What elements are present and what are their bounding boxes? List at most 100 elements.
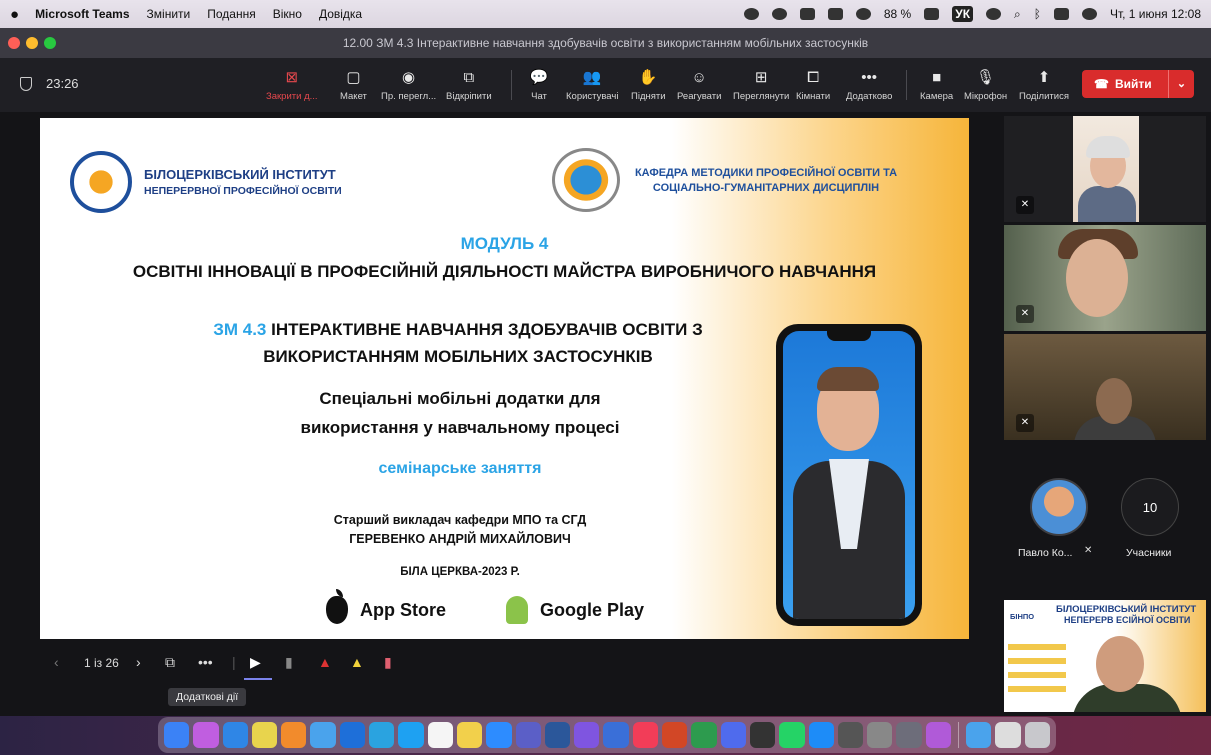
- prev-slide-button[interactable]: ‹: [54, 654, 59, 670]
- laser-pen-icon[interactable]: ▮: [285, 654, 293, 671]
- rooms-button[interactable]: ⧠ Кімнати: [796, 66, 830, 103]
- launchpad-icon[interactable]: [193, 722, 219, 748]
- photos-icon[interactable]: [281, 722, 307, 748]
- telegram-icon[interactable]: [369, 722, 395, 748]
- app-store-icon[interactable]: [808, 722, 834, 748]
- input-source-badge[interactable]: УК: [952, 6, 974, 22]
- apple-menu-icon[interactable]: ●: [10, 6, 19, 23]
- lesson-subtitle: Спеціальні мобільні додатки для використ…: [225, 384, 695, 442]
- presenter-view-button[interactable]: ◉ Пр. перегл...: [381, 66, 436, 102]
- participants-count-button[interactable]: 10: [1121, 478, 1179, 536]
- module-heading: МОДУЛЬ 4: [460, 234, 549, 253]
- link-icon[interactable]: [986, 8, 1002, 20]
- vpn-icon[interactable]: [771, 8, 787, 20]
- messenger-icon[interactable]: [398, 722, 424, 748]
- participant-video-2[interactable]: ✕: [1004, 225, 1206, 331]
- topic-title-line2: ВИКОРИСТАННЯМ МОБІЛЬНИХ ЗАСТОСУНКІВ: [263, 347, 653, 366]
- pen-icon[interactable]: ▲: [318, 654, 332, 670]
- browser-icon[interactable]: [749, 722, 776, 748]
- leave-button[interactable]: ☎ Вийти ⌄: [1082, 70, 1194, 98]
- next-slide-button[interactable]: ›: [136, 654, 141, 670]
- menubar-clock[interactable]: Чт, 1 июня 12:08: [1110, 7, 1201, 21]
- react-button[interactable]: ☺ Реагувати: [677, 66, 722, 103]
- minimize-window-button[interactable]: [26, 37, 38, 49]
- layout-button[interactable]: ▢ Макет: [340, 66, 367, 102]
- more-button[interactable]: ••• Додатково: [846, 66, 892, 103]
- calendar-icon[interactable]: [427, 722, 453, 748]
- close-window-button[interactable]: [8, 37, 20, 49]
- raise-hand-button[interactable]: ✋ Підняти: [631, 66, 666, 102]
- system-settings-icon[interactable]: [867, 722, 893, 748]
- people-button[interactable]: 👥 Користувачі: [566, 66, 618, 102]
- chrome-icon[interactable]: [251, 722, 278, 748]
- mic-off-icon: ✕: [1016, 305, 1034, 323]
- toolbar-divider: [511, 70, 512, 100]
- menu-view[interactable]: Подання: [207, 7, 255, 21]
- zoom-icon-dock[interactable]: [486, 722, 512, 748]
- battery-percent[interactable]: 88 %: [884, 7, 911, 21]
- camera-button[interactable]: ■ Камера: [920, 66, 953, 103]
- network-icon[interactable]: [827, 8, 843, 20]
- editor-icon[interactable]: [720, 722, 746, 748]
- eraser-icon[interactable]: ▮: [384, 654, 392, 671]
- safari-icon[interactable]: [222, 722, 248, 748]
- sync-icon[interactable]: [855, 8, 871, 20]
- menu-window[interactable]: Вікно: [273, 7, 302, 21]
- word-icon[interactable]: [544, 722, 571, 748]
- slides-overview-icon[interactable]: ⧉: [165, 654, 175, 671]
- menu-edit[interactable]: Змінити: [147, 7, 191, 21]
- powerpoint-icon[interactable]: [662, 722, 688, 748]
- share-button[interactable]: ⬆ Поділитися: [1019, 66, 1069, 102]
- skype-icon[interactable]: [743, 8, 759, 20]
- zoom-app-icon[interactable]: [339, 722, 366, 748]
- mic-button[interactable]: 🎙 Мікрофон: [964, 66, 1007, 102]
- rooms-icon: ⧠: [807, 68, 820, 86]
- shield-icon[interactable]: [20, 76, 32, 91]
- music-icon[interactable]: [632, 722, 659, 748]
- participant-video-1[interactable]: ✕: [1004, 116, 1206, 222]
- self-video[interactable]: БІНПО БІЛОЦЕРКІВСЬКИЙ ІНСТИТУТ НЕПЕРЕРВ …: [1004, 600, 1206, 712]
- self-video-banner-line2: НЕПЕРЕРВ ЕСІЙНОЇ ОСВІТИ: [1064, 615, 1191, 625]
- preview-icon[interactable]: [896, 722, 922, 748]
- siri-icon[interactable]: [1081, 8, 1097, 20]
- smile-icon: ☺: [691, 68, 707, 86]
- institute-name-line1: БІЛОЦЕРКІВСЬКИЙ ІНСТИТУТ: [144, 167, 336, 182]
- trash-icon[interactable]: [1024, 722, 1050, 748]
- participant-video-3[interactable]: ✕: [1004, 334, 1206, 440]
- meeting-timer: 23:26: [20, 76, 79, 91]
- lecturer-info: Старший викладач кафедри МПО та СГД ГЕРЕ…: [225, 511, 695, 549]
- viber-icon[interactable]: [574, 722, 600, 748]
- pointer-icon[interactable]: ▶: [250, 654, 261, 671]
- stop-sharing-button[interactable]: ⊠ Закрити д...: [266, 66, 318, 102]
- chevron-down-icon[interactable]: ⌄: [1168, 70, 1194, 98]
- chat-button[interactable]: 💬 Чат: [528, 66, 550, 102]
- control-center-icon[interactable]: [1053, 8, 1069, 20]
- spotlight-icon[interactable]: ⌕: [1014, 7, 1021, 22]
- bluetooth-icon[interactable]: ᛒ: [1034, 7, 1041, 21]
- zoom-window-button[interactable]: [44, 37, 56, 49]
- highlighter-icon[interactable]: ▲: [350, 654, 364, 670]
- zoom-icon[interactable]: [799, 8, 815, 20]
- participant-avatar[interactable]: [1030, 478, 1088, 536]
- skype-dock-icon[interactable]: [603, 722, 629, 748]
- app-icon[interactable]: [691, 722, 717, 748]
- downloads-folder-icon[interactable]: [965, 722, 992, 748]
- teams-icon[interactable]: [515, 722, 541, 748]
- finder-icon[interactable]: [164, 722, 190, 748]
- react-label: Реагувати: [677, 91, 722, 102]
- viber-badge-icon[interactable]: [925, 722, 952, 748]
- menu-help[interactable]: Довідка: [319, 7, 362, 21]
- more-actions-button[interactable]: •••: [198, 654, 213, 670]
- documents-stack-icon[interactable]: [995, 722, 1021, 748]
- calculator-icon[interactable]: [837, 722, 864, 748]
- popout-button[interactable]: ⧉ Відкріпити: [446, 66, 492, 103]
- whatsapp-icon[interactable]: [779, 722, 805, 748]
- mail-icon[interactable]: [310, 722, 336, 748]
- close-box-icon: ⊠: [285, 69, 299, 86]
- notes-icon[interactable]: [456, 722, 483, 748]
- participants-count-label: Учасники: [1126, 547, 1172, 559]
- battery-icon[interactable]: [924, 8, 940, 20]
- menu-app-name[interactable]: Microsoft Teams: [35, 7, 129, 21]
- app-store-badge: App Store: [326, 589, 446, 624]
- view-button[interactable]: ⊞ Переглянути: [733, 66, 789, 102]
